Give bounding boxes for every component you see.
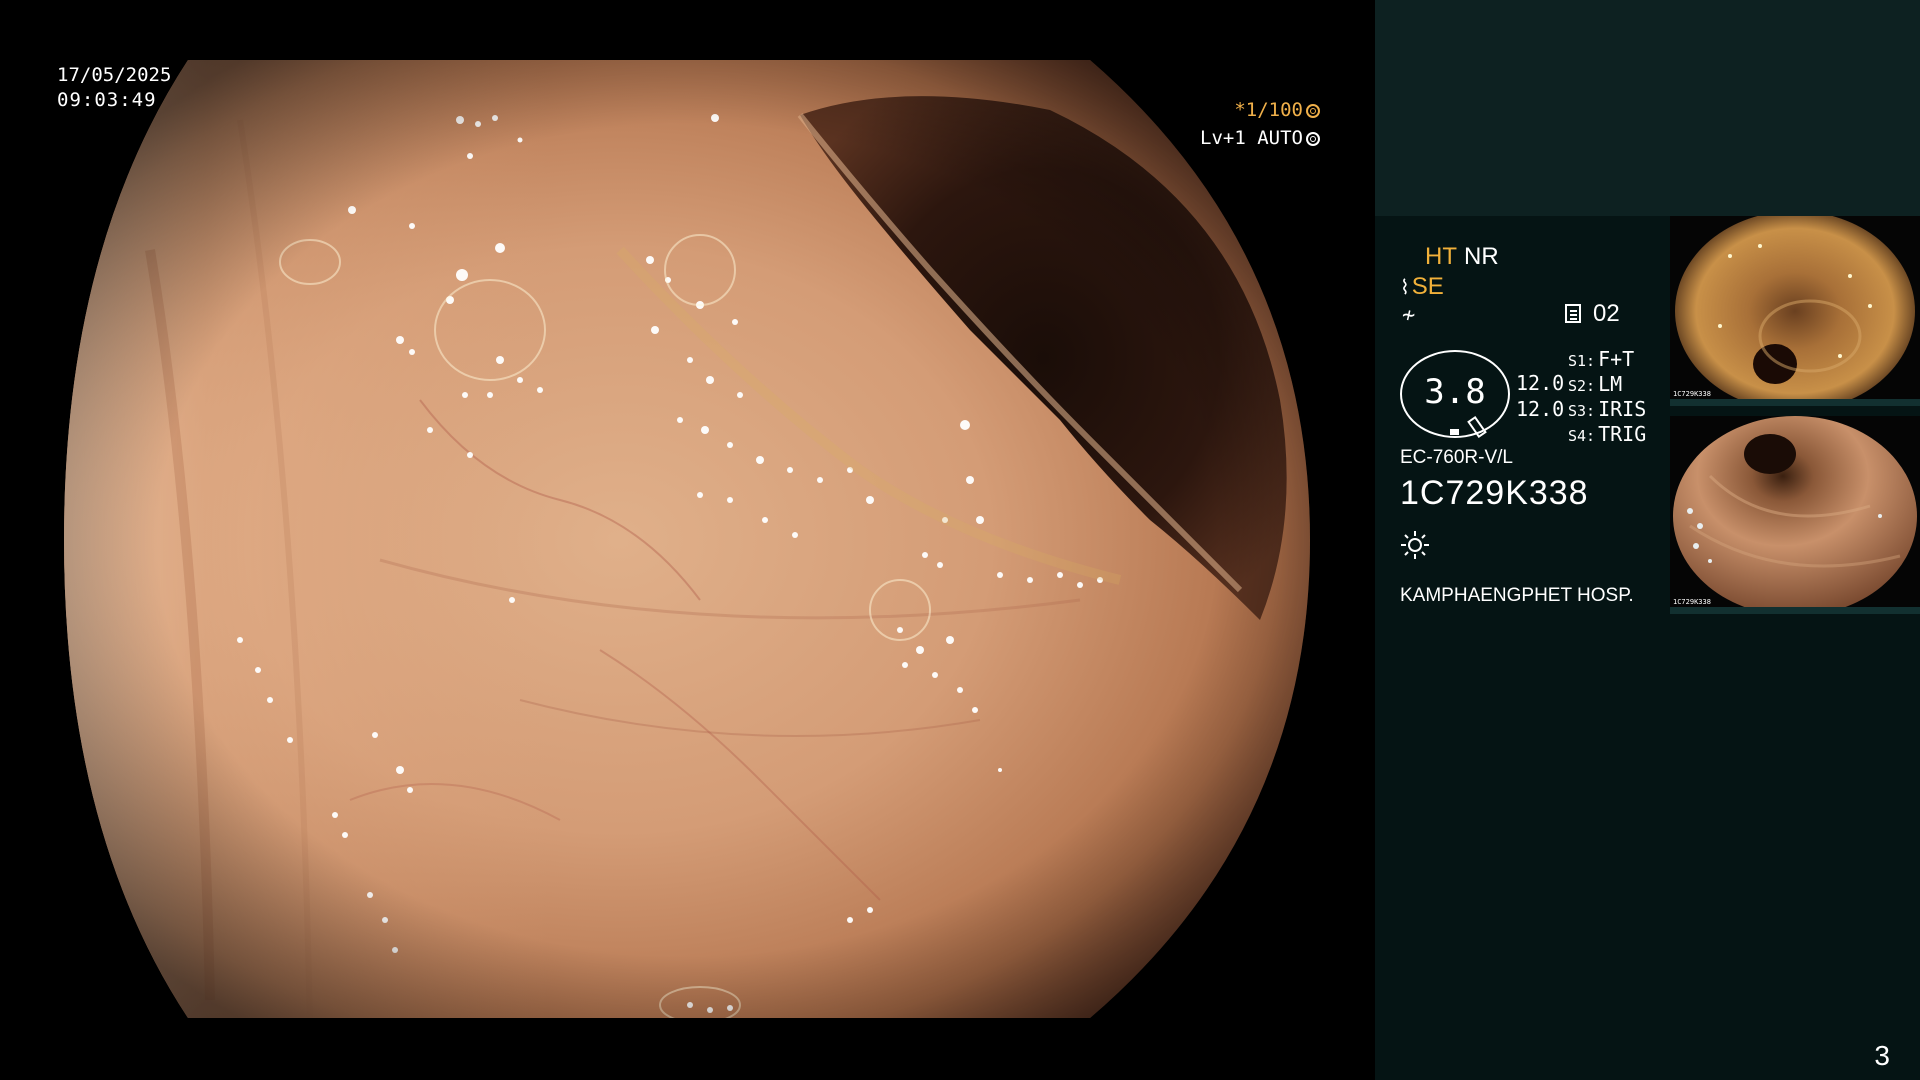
switch-4-key: S4: <box>1568 427 1596 445</box>
se-indicator: ⌇SE <box>1400 273 1444 301</box>
hospital-name: KAMPHAENGPHET HOSP. <box>1400 585 1634 606</box>
switch-1: S1: F+T <box>1568 347 1634 371</box>
exam-date: 17/05/2025 <box>57 64 172 86</box>
memo-number: 02 <box>1593 300 1620 327</box>
setting-value-2: 12.0 <box>1516 397 1565 421</box>
switch-3: S3: IRIS <box>1568 397 1646 421</box>
structure-enhance-icon: ⌇ <box>1400 277 1410 299</box>
thumbnail-2-label: 1C729K338 <box>1673 598 1711 606</box>
thumbnail-2-strip <box>1670 607 1920 614</box>
se-label: SE <box>1411 273 1444 300</box>
switch-2-key: S2: <box>1568 377 1596 395</box>
side-panel-top <box>1375 0 1920 216</box>
thumbnail-1[interactable]: 1C729K338 <box>1670 216 1920 406</box>
shutter-speed-value: *1/100 <box>1234 99 1303 121</box>
page-number: 3 <box>1874 1040 1890 1071</box>
iris-icon <box>1306 132 1320 146</box>
endoscopy-screen: 17/05/2025 09:03:49 *1/100 Lv+1 AUTO HT … <box>0 0 1920 1080</box>
thumbnail-1-label: 1C729K338 <box>1673 390 1711 398</box>
memo-icon <box>1565 304 1581 323</box>
scope-serial: 1C729K338 <box>1400 474 1589 512</box>
sun-icon <box>1401 531 1429 559</box>
ht-indicator: HT <box>1425 243 1457 270</box>
endoscopic-image: 17/05/2025 09:03:49 *1/100 Lv+1 AUTO <box>0 0 1375 1080</box>
setting-value-1: 12.0 <box>1516 371 1565 395</box>
switch-4: S4: TRIG <box>1568 422 1646 446</box>
switch-3-value: IRIS <box>1598 397 1647 421</box>
thumbnail-2[interactable]: 1C729K338 <box>1670 416 1920 614</box>
scope-model: EC-760R-V/L <box>1400 447 1513 468</box>
agc-level-value: Lv+1 AUTO <box>1200 127 1303 149</box>
switch-2: S2: LM <box>1568 372 1622 396</box>
switch-2-value: LM <box>1598 372 1623 396</box>
switch-1-key: S1: <box>1568 352 1596 370</box>
thumbnail-1-image <box>1670 216 1920 406</box>
switch-3-key: S3: <box>1568 402 1596 420</box>
shutter-speed: *1/100 <box>0 99 1375 121</box>
gauge-indicator-icon <box>1450 429 1459 435</box>
aperture-icon <box>1306 104 1320 118</box>
thumbnail-2-image <box>1670 416 1920 614</box>
colon-mucosa-view <box>64 60 1310 1018</box>
switch-1-value: F+T <box>1598 347 1635 371</box>
thumbnail-1-strip <box>1670 399 1920 406</box>
freeze-icon: ≁ <box>1402 303 1416 328</box>
switch-4-value: TRIG <box>1598 422 1647 446</box>
nr-indicator: NR <box>1464 243 1499 270</box>
agc-level: Lv+1 AUTO <box>0 127 1375 149</box>
scope-gauge-value: 3.8 <box>1424 372 1486 412</box>
